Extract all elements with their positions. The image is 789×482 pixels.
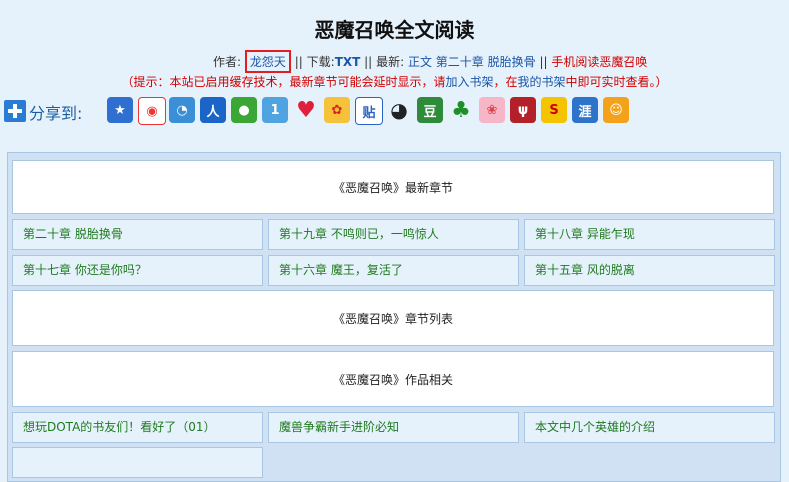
notice-text: （提示：本站已启用缓存技术，最新章节可能会延时显示，请 bbox=[121, 75, 446, 89]
section-related-header[interactable]: 《恶魔召唤》作品相关 bbox=[12, 351, 774, 407]
mobile-read-link[interactable]: 手机阅读恶魔召唤 bbox=[551, 55, 647, 69]
wechat-icon[interactable]: ● bbox=[231, 97, 257, 123]
related-link[interactable]: 本文中几个英雄的介绍 bbox=[524, 412, 775, 443]
chapter-link[interactable]: 第十五章 风的脱离 bbox=[524, 255, 775, 286]
related-link[interactable]: 魔兽争霸新手进阶必知 bbox=[268, 412, 519, 443]
chapter-link[interactable]: 第十八章 异能乍现 bbox=[524, 219, 775, 250]
share-label: 分享到: bbox=[29, 104, 83, 123]
heart-icon[interactable]: ♥ bbox=[293, 97, 319, 123]
section-latest-header[interactable]: 《恶魔召唤》最新章节 bbox=[12, 160, 774, 214]
renren-icon[interactable]: 人 bbox=[200, 97, 226, 123]
notice-text: ，在 bbox=[493, 75, 518, 89]
qq-icon[interactable]: ◕ bbox=[386, 97, 412, 123]
tieba-icon[interactable]: 贴 bbox=[355, 97, 383, 125]
clover-icon[interactable]: ♣ bbox=[448, 97, 474, 123]
cache-notice: （提示：本站已启用缓存技术，最新章节可能会延时显示，请加入书架，在我的书架中即可… bbox=[0, 73, 789, 90]
author-highlight-box: 龙怨天 bbox=[244, 50, 291, 73]
plus-icon[interactable] bbox=[4, 100, 26, 122]
tencent-weibo-icon[interactable]: ◔ bbox=[169, 97, 195, 123]
latest-prefix-link[interactable]: 正文 bbox=[408, 55, 432, 69]
chapter-link[interactable]: 第二十章 脱胎换骨 bbox=[12, 219, 263, 250]
author-label: 作者: bbox=[213, 55, 242, 69]
chapter-link[interactable]: 第十九章 不鸣则已，一鸣惊人 bbox=[268, 219, 519, 250]
douban-icon[interactable]: 豆 bbox=[417, 97, 443, 123]
notice-text: 中即可实时查看。） bbox=[565, 75, 668, 89]
kaixin-icon[interactable]: 1 bbox=[262, 97, 288, 123]
pink-icon[interactable]: ❀ bbox=[479, 97, 505, 123]
tianya-icon[interactable]: ψ bbox=[510, 97, 536, 123]
page-title: 恶魔召唤全文阅读 bbox=[314, 18, 475, 42]
book-info-bar: 作者: 龙怨天 || 下载:TXT || 最新: 正文 第二十章 脱胎换骨 ||… bbox=[213, 50, 647, 73]
add-bookshelf-link[interactable]: 加入书架 bbox=[445, 75, 493, 89]
sohu-icon[interactable]: S bbox=[541, 97, 567, 123]
related-link[interactable]: 想玩DOTA的书友们！看好了（01） bbox=[12, 412, 263, 443]
qzone-icon[interactable]: ★ bbox=[107, 97, 133, 123]
section-list-header[interactable]: 《恶魔召唤》章节列表 bbox=[12, 290, 774, 346]
separator: || bbox=[364, 55, 373, 69]
separator: || bbox=[294, 55, 303, 69]
txt-download-link[interactable]: TXT bbox=[335, 55, 361, 69]
zhihu-icon[interactable]: 涯 bbox=[572, 97, 598, 123]
my-bookshelf-link[interactable]: 我的书架 bbox=[518, 75, 566, 89]
smile-icon[interactable]: ☺ bbox=[603, 97, 629, 123]
latest-label: 最新: bbox=[376, 55, 405, 69]
author-link[interactable]: 龙怨天 bbox=[250, 55, 286, 69]
chapter-link[interactable]: 第十七章 你还是你吗？ bbox=[12, 255, 263, 286]
download-label: 下载: bbox=[306, 55, 335, 69]
latest-chapter-link[interactable]: 第二十章 脱胎换骨 bbox=[436, 55, 536, 69]
flower-icon[interactable]: ✿ bbox=[324, 97, 350, 123]
related-link[interactable] bbox=[12, 447, 263, 478]
chapter-link[interactable]: 第十六章 魔王，复活了 bbox=[268, 255, 519, 286]
separator: || bbox=[539, 55, 548, 69]
weibo-icon[interactable]: ◉ bbox=[138, 97, 166, 125]
